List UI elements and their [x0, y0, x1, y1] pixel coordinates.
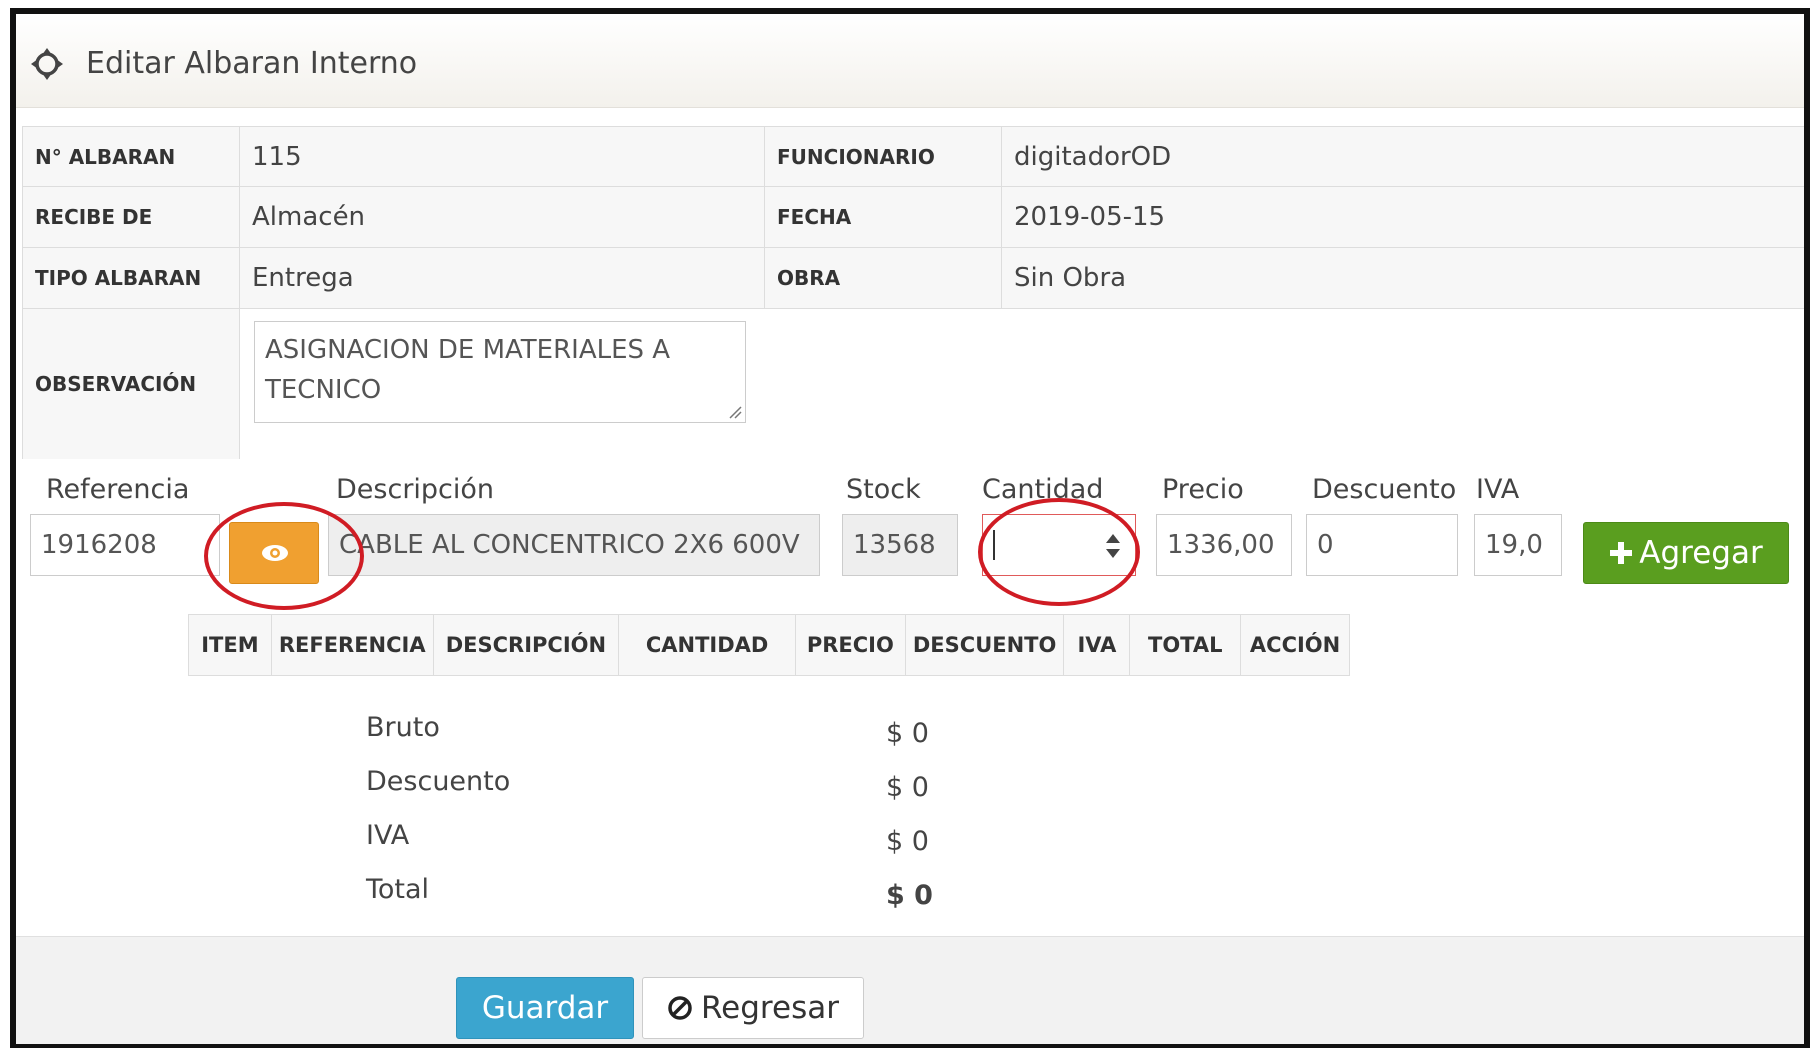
albaran-info-table: N° ALBARAN 115 FUNCIONARIO digitadorOD R…: [22, 126, 1804, 459]
funcionario-label: FUNCIONARIO: [764, 127, 1001, 186]
recibe-de-label: RECIBE DE: [23, 187, 239, 247]
bruto-value: $ 0: [886, 718, 929, 749]
albaran-number-label: N° ALBARAN: [23, 127, 239, 186]
obra-label: OBRA: [764, 248, 1001, 308]
back-label: Regresar: [701, 990, 839, 1026]
plus-icon: [1610, 542, 1633, 564]
recibe-de-value: Almacén: [239, 187, 764, 247]
descripcion-input[interactable]: CABLE AL CONCENTRICO 2X6 600V: [328, 514, 820, 576]
observacion-textarea[interactable]: ASIGNACION DE MATERIALES A TECNICO: [254, 321, 746, 423]
descuento-label: Descuento: [1312, 474, 1457, 505]
crosshair-move-icon: [31, 48, 63, 80]
info-row: OBSERVACIÓN ASIGNACION DE MATERIALES A T…: [23, 309, 1804, 459]
save-button[interactable]: Guardar: [456, 977, 634, 1039]
observacion-label: OBSERVACIÓN: [23, 309, 239, 459]
panel-header: Editar Albaran Interno: [16, 14, 1804, 108]
column-header-accion: ACCIÓN: [1249, 633, 1341, 657]
iva-total-label: IVA: [366, 820, 410, 851]
obra-value: Sin Obra: [1001, 248, 1804, 308]
column-header-referencia: REFERENCIA: [272, 615, 434, 675]
iva-input[interactable]: 19,0: [1474, 514, 1562, 576]
funcionario-value: digitadorOD: [1001, 127, 1804, 186]
total-label: Total: [366, 874, 430, 905]
referencia-label: Referencia: [46, 474, 190, 505]
resize-grip-icon[interactable]: [728, 405, 742, 419]
add-item-button[interactable]: Agregar: [1583, 522, 1789, 584]
descuento-total-value: $ 0: [886, 772, 929, 803]
descripcion-label: Descripción: [336, 474, 495, 505]
observacion-cell: ASIGNACION DE MATERIALES A TECNICO: [239, 309, 1804, 459]
tipo-albaran-value: Entrega: [239, 248, 764, 308]
iva-label: IVA: [1476, 474, 1520, 505]
fecha-value: 2019-05-15: [1001, 187, 1804, 247]
observacion-text: ASIGNACION DE MATERIALES A TECNICO: [265, 335, 671, 405]
tipo-albaran-label: TIPO ALBARAN: [23, 248, 239, 308]
precio-label: Precio: [1162, 474, 1244, 505]
back-button[interactable]: Regresar: [642, 977, 864, 1039]
column-header-item: ITEM: [189, 615, 272, 675]
referencia-input[interactable]: 1916208: [30, 514, 220, 576]
bruto-label: Bruto: [366, 712, 440, 743]
info-row: TIPO ALBARAN Entrega OBRA Sin Obra: [23, 248, 1804, 309]
info-row: RECIBE DE Almacén FECHA 2019-05-15: [23, 187, 1804, 248]
column-header-iva: IVA: [1064, 615, 1131, 675]
items-table-header: ITEM REFERENCIA DESCRIPCIÓN CANTIDAD PRE…: [188, 614, 1350, 676]
fecha-label: FECHA: [764, 187, 1001, 247]
total-value: $ 0: [886, 880, 933, 911]
descuento-total-label: Descuento: [366, 766, 511, 797]
column-header-descripcion: DESCRIPCIÓN: [434, 615, 620, 675]
column-header-cantidad: CANTIDAD: [619, 615, 796, 675]
ban-icon: [668, 996, 692, 1020]
page-title: Editar Albaran Interno: [86, 46, 418, 81]
column-header-descuento: DESCUENTO: [906, 615, 1065, 675]
highlight-circle: [978, 498, 1140, 606]
highlight-circle: [204, 502, 364, 610]
column-header-precio: PRECIO: [796, 615, 906, 675]
precio-input[interactable]: 1336,00: [1156, 514, 1292, 576]
add-item-label: Agregar: [1639, 535, 1763, 571]
info-row: N° ALBARAN 115 FUNCIONARIO digitadorOD: [23, 127, 1804, 187]
form-footer: Guardar Regresar: [16, 936, 1804, 1044]
albaran-number-value: 115: [239, 127, 764, 186]
descuento-input[interactable]: 0: [1306, 514, 1458, 576]
column-header-total: TOTAL: [1130, 615, 1242, 675]
stock-label: Stock: [846, 474, 921, 505]
window-frame: Editar Albaran Interno N° ALBARAN 115 FU…: [10, 8, 1810, 1048]
iva-total-value: $ 0: [886, 826, 929, 857]
stock-input[interactable]: 13568: [842, 514, 958, 576]
